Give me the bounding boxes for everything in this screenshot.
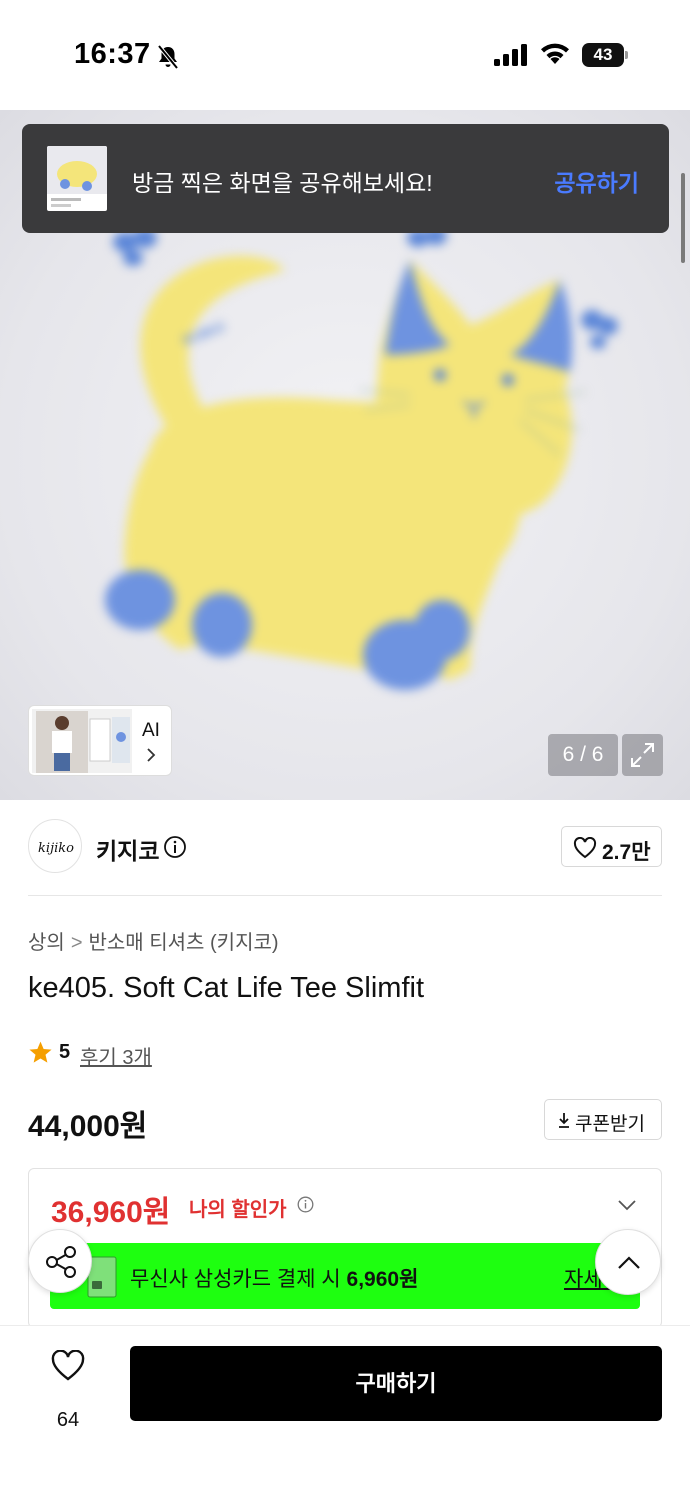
chevron-up-icon	[618, 1256, 640, 1269]
screenshot-thumbnail[interactable]	[47, 146, 107, 211]
ai-model-thumbnail	[32, 709, 132, 773]
image-page-counter: 6 / 6	[548, 734, 618, 776]
share-toast: 방금 찍은 화면을 공유해보세요! 공유하기	[22, 124, 669, 233]
chevron-down-icon[interactable]	[617, 1199, 637, 1211]
brand-logo[interactable]: kijiko	[28, 819, 82, 873]
scroll-to-top-button[interactable]	[595, 1229, 661, 1295]
rating-score: 5	[59, 1041, 71, 1063]
product-price: 44,000원	[28, 1110, 148, 1143]
coupon-button[interactable]: 쿠폰받기	[544, 1099, 662, 1140]
share-button[interactable]	[28, 1229, 92, 1293]
brand-name[interactable]: 키지코	[96, 832, 159, 866]
ai-label: AI	[142, 720, 160, 741]
brand-like-count: 2.7만	[602, 841, 651, 864]
brand-like-button[interactable]: 2.7만	[561, 826, 662, 867]
review-link[interactable]: 후기 3개	[80, 1041, 152, 1070]
heart-icon	[573, 837, 597, 859]
wifi-icon	[541, 43, 569, 64]
bottom-action-bar: 64 구매하기	[0, 1325, 690, 1500]
ai-fitting-button[interactable]: AI	[28, 705, 172, 776]
download-icon	[559, 1113, 569, 1128]
brand-row: kijiko 키지코 2.7만	[0, 800, 690, 896]
wishlist-button[interactable]: 64	[30, 1346, 106, 1431]
divider	[28, 895, 662, 896]
breadcrumb: 상의 > 반소매 티셔츠 (키지코)	[28, 926, 279, 955]
status-bar: 16:37 43	[0, 0, 690, 110]
share-action-button[interactable]: 공유하기	[554, 164, 639, 198]
chevron-right-icon: >	[70, 932, 83, 954]
info-icon[interactable]	[163, 835, 187, 859]
chevron-right-icon	[147, 748, 156, 762]
bell-muted-icon	[157, 44, 179, 70]
battery-icon: 43	[582, 43, 628, 67]
discount-label: 나의 할인가	[189, 1199, 287, 1221]
heart-icon	[51, 1350, 85, 1381]
status-time: 16:37	[74, 38, 151, 70]
card-promo-text: 무신사 삼성카드 결제 시 6,960원	[130, 1268, 419, 1291]
breadcrumb-subcategory[interactable]: 반소매 티셔츠 (키지코)	[89, 926, 279, 955]
info-icon[interactable]	[297, 1196, 314, 1213]
product-title: ke405. Soft Cat Life Tee Slimfit	[28, 972, 425, 1004]
discount-price: 36,960원	[51, 1196, 171, 1229]
signal-icon	[494, 44, 527, 66]
buy-button[interactable]: 구매하기	[130, 1346, 662, 1421]
card-promo-banner[interactable]: 무신사 삼성카드 결제 시 6,960원 자세히	[50, 1243, 640, 1309]
wishlist-count: 64	[56, 1409, 80, 1431]
star-icon	[29, 1041, 52, 1063]
expand-image-button[interactable]	[622, 734, 663, 776]
brand-logo-text: kijiko	[38, 841, 74, 856]
scroll-indicator	[681, 173, 685, 263]
discount-box: 36,960원 나의 할인가 무신사 삼성카드 결제 시 6,960원 자세히	[28, 1168, 662, 1328]
toast-message: 방금 찍은 화면을 공유해보세요!	[132, 170, 433, 196]
breadcrumb-category[interactable]: 상의	[28, 926, 65, 955]
battery-level: 43	[582, 43, 624, 67]
expand-icon	[631, 743, 654, 767]
share-icon	[46, 1246, 76, 1278]
coupon-label: 쿠폰받기	[575, 1114, 645, 1135]
